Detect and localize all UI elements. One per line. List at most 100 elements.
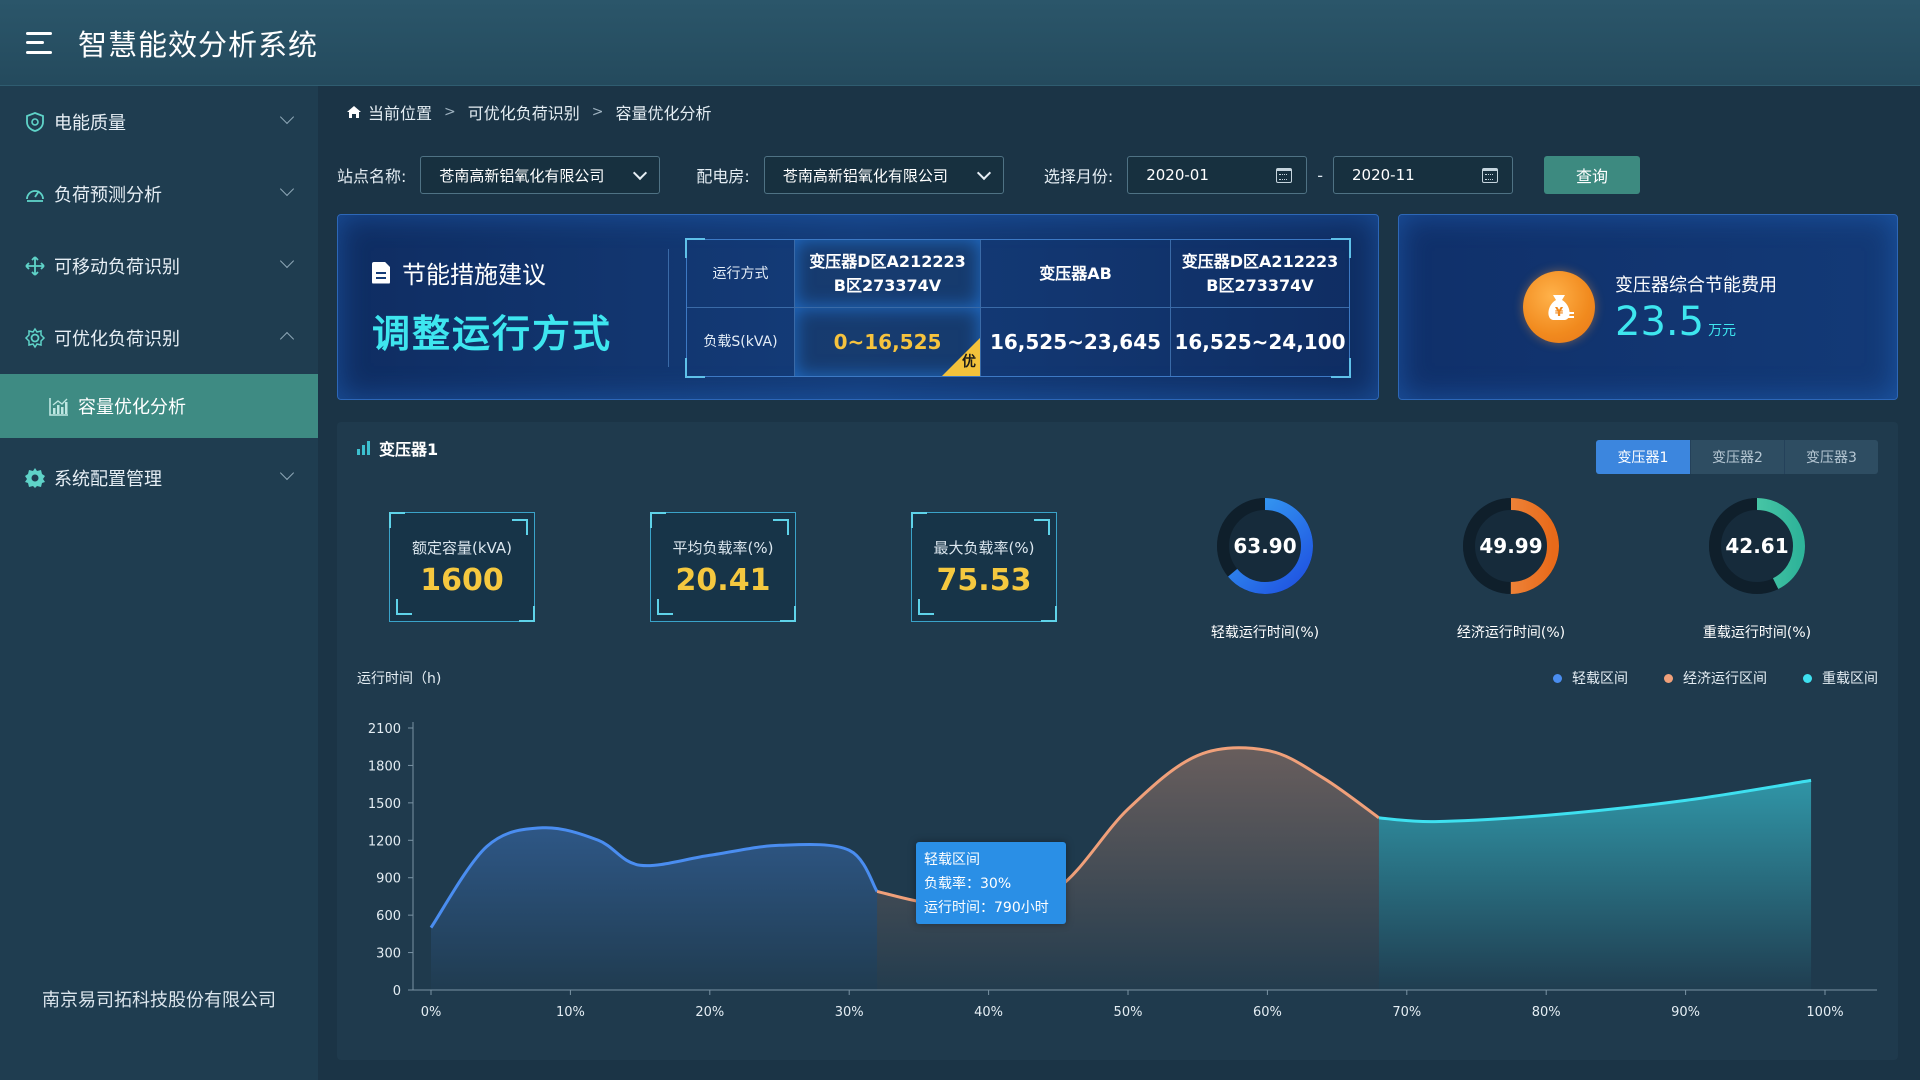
company-name: 南京易司拓科技股份有限公司 [42,990,276,1011]
energy-cost-card: ¥ 变压器综合节能费用 23.5 万元 [1398,214,1898,400]
box-corner [396,599,412,615]
table-corner [1331,238,1351,258]
chevron-right-icon: > [591,104,604,120]
sidebar-item-optimizable-load[interactable]: 可优化负荷识别 [0,302,318,374]
x-tick-label: 10% [556,1005,585,1020]
home-icon [347,106,361,118]
box-corner [389,512,405,528]
tab-transformer-2[interactable]: 变压器2 [1690,440,1784,474]
legend-dot [1664,673,1673,683]
sidebar-subitem-capacity-optimization[interactable]: 容量优化分析 [0,374,318,438]
chevron-down-icon [279,109,295,125]
donut-light-load: 63.90 [1217,498,1313,594]
sidebar-item-power-quality[interactable]: 电能质量 [0,86,318,158]
table-corner [1331,358,1351,378]
table-corner [685,238,705,258]
month-end-input[interactable]: 2020-11 [1333,156,1513,194]
x-tick-label: 60% [1253,1005,1282,1020]
y-tick-label: 1500 [368,797,401,812]
hamburger-menu-icon[interactable] [26,31,52,54]
y-tick-label: 300 [376,947,401,962]
room-select[interactable]: 苍南高新铝氧化有限公司 [763,156,1004,194]
x-tick-label: 50% [1114,1005,1143,1020]
x-tick-label: 20% [695,1005,724,1020]
query-button[interactable]: 查询 [1544,156,1640,194]
donut-value: 42.61 [1725,534,1788,558]
room-label: 配电房: [696,167,750,186]
app-title: 智慧能效分析系统 [78,27,319,62]
document-icon [372,261,390,284]
table-corner [685,358,705,378]
box-corner [1041,606,1057,622]
y-tick-label: 900 [376,872,401,887]
app-header: 智慧能效分析系统 [0,0,1920,86]
shield-icon [24,111,46,133]
station-select[interactable]: 苍南高新铝氧化有限公司 [420,156,661,194]
sidebar-subitem-label: 容量优化分析 [78,397,186,418]
table-col-head-1: 变压器D区A212223 B区273374V [795,240,981,308]
donut-economic: 49.99 [1463,498,1559,594]
transformer-tabs: 变压器1 变压器2 变压器3 [1596,440,1878,474]
legend-item-light[interactable]: 轻载区间 [1553,668,1628,688]
sidebar-item-label: 可优化负荷识别 [54,329,180,350]
x-tick-label: 100% [1806,1005,1843,1020]
col1-name-line2: B区273374V [833,275,942,295]
month-start-input[interactable]: 2020-01 [1127,156,1308,194]
move-icon [24,255,46,277]
donut-label-heavy: 重载运行时间(%) [1702,625,1812,641]
x-tick-label: 80% [1532,1005,1561,1020]
box-corner [650,512,666,528]
runtime-area-chart: 0 300 600 900 1200 1500 1800 2100 0% 10% 20% 30% 40%… [368,722,1877,1020]
sidebar-item-movable-load[interactable]: 可移动负荷识别 [0,230,318,302]
month-end-value: 2020-11 [1352,166,1415,184]
box-corner [657,599,673,615]
x-tick-label: 30% [835,1005,864,1020]
legend-label: 轻载区间 [1572,671,1628,687]
svg-text:¥: ¥ [1555,305,1564,319]
cost-unit: 万元 [1708,323,1737,339]
table-col-head-3: 变压器D区A212223 B区273374V [1171,240,1349,308]
panel-title: 变压器1 [357,436,438,460]
money-bag-icon: ¥ [1523,271,1595,343]
table-col-head-2: 变压器AB [981,240,1171,308]
legend-item-heavy[interactable]: 重载区间 [1803,668,1878,688]
sidebar-item-system-config[interactable]: 系统配置管理 [0,442,318,514]
box-corner [780,606,796,622]
y-tick-label: 0 [393,984,401,999]
table-cell-load-3: 16,525~24,100 [1174,330,1346,354]
breadcrumb-item-capacity: 容量优化分析 [615,104,712,123]
col3-name-line1: 变压器D区A212223 [1181,251,1339,271]
tab-transformer-3[interactable]: 变压器3 [1784,440,1878,474]
tooltip-title: 轻载区间 [924,852,980,868]
breadcrumb-item-optimizable[interactable]: 可优化负荷识别 [468,100,580,124]
cost-value-number: 23.5 [1615,299,1705,345]
stat-value: 20.41 [675,563,771,598]
settings-icon [24,467,46,489]
tab-transformer-1[interactable]: 变压器1 [1596,440,1690,474]
sidebar-item-label: 系统配置管理 [54,469,162,490]
donut-heavy-load: 42.61 [1709,498,1805,594]
chevron-down-icon [976,165,991,180]
col1-load: 0~16,525 [833,330,942,354]
stat-rated-capacity: 额定容量(kVA) 1600 [389,512,535,622]
chevron-down-icon [279,181,295,197]
sidebar-item-load-forecast[interactable]: 负荷预测分析 [0,158,318,230]
calendar-icon [1276,167,1293,183]
box-corner [911,512,927,528]
bar-chart-icon [357,441,371,455]
x-tick-label: 70% [1392,1005,1421,1020]
sidebar: 电能质量 负荷预测分析 可移动负荷识别 可优化负荷识别 容量优化分析 系统配置管… [0,86,318,1080]
breadcrumb-item-current[interactable]: 当前位置 [368,100,432,124]
tooltip-runtime: 运行时间：790小时 [924,900,1049,916]
advice-divider [668,249,669,367]
table-cell-load-1: 0~16,525 优 [795,308,981,376]
month-start-value: 2020-01 [1146,166,1209,184]
transformer-panel: 变压器1 变压器1 变压器2 变压器3 额定容量(kVA) 1600 平均负载率… [337,422,1898,1060]
station-label: 站点名称: [337,167,407,186]
legend-item-economic[interactable]: 经济运行区间 [1664,668,1767,688]
cost-label: 变压器综合节能费用 [1615,275,1777,296]
table-cell-load-2: 16,525~23,645 [981,308,1171,376]
chevron-down-icon [633,165,648,180]
box-corner [512,519,528,535]
chevron-down-icon [279,465,295,481]
